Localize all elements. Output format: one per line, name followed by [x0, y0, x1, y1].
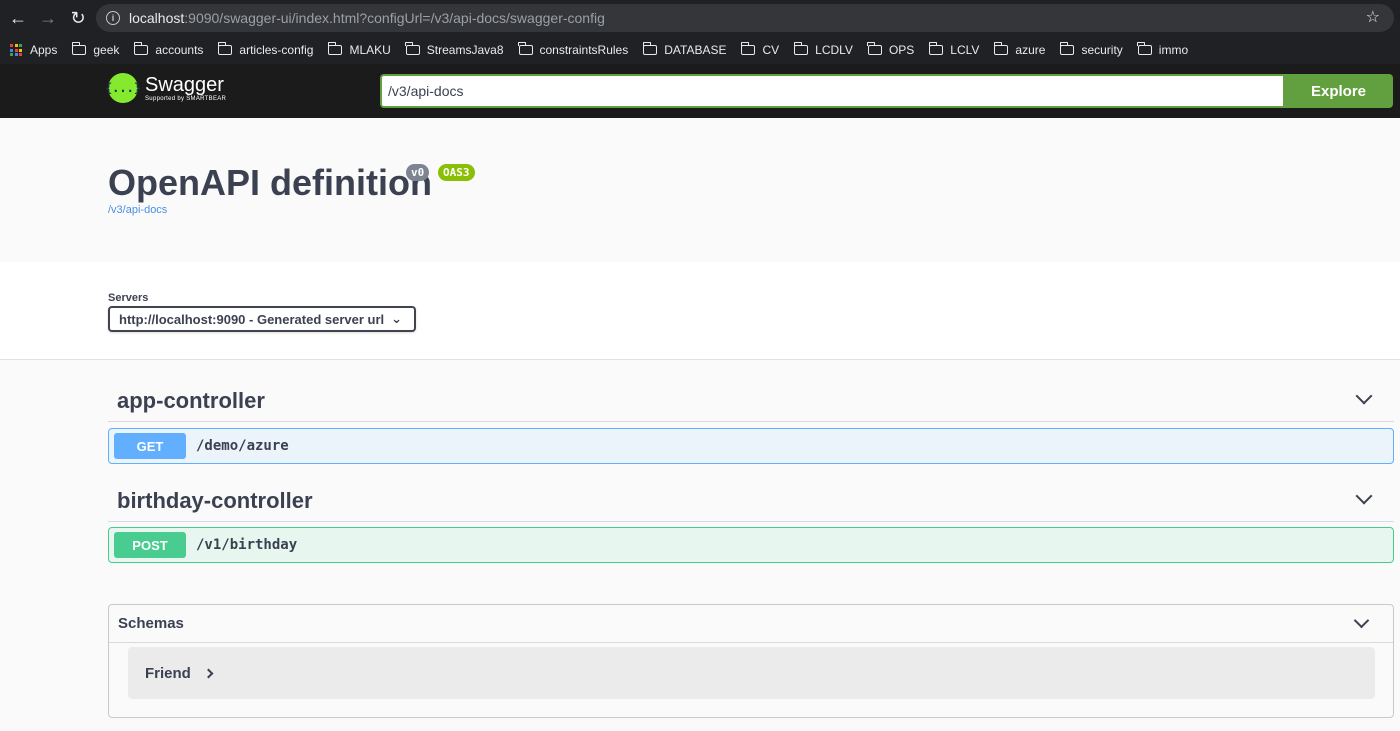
- logo-text: Swagger Supported by SMARTBEAR: [145, 74, 226, 102]
- swagger-logo-icon: {...}: [105, 73, 141, 103]
- url-host: localhost: [129, 10, 185, 26]
- bookmark-label: azure: [1015, 43, 1046, 57]
- bookmark-folder[interactable]: azure: [993, 42, 1046, 57]
- bookmark-label: security: [1081, 43, 1123, 57]
- tag-app-controller[interactable]: app-controller: [108, 380, 1394, 422]
- bookmark-label: OPS: [888, 43, 915, 57]
- model-name: Friend: [145, 664, 191, 682]
- bookmark-label: StreamsJava8: [426, 43, 504, 57]
- folder-icon: [1059, 42, 1075, 55]
- folder-icon: [327, 42, 343, 55]
- address-text[interactable]: localhost:9090/swagger-ui/index.html?con…: [129, 10, 605, 26]
- bookmark-folder[interactable]: LCDLV: [793, 42, 853, 57]
- logo-name: Swagger: [145, 74, 224, 96]
- bookmark-label: Apps: [30, 43, 58, 57]
- bookmark-folder[interactable]: DATABASE: [642, 42, 727, 57]
- bookmark-folder[interactable]: constraintsRules: [518, 42, 629, 57]
- method-badge-get: GET: [114, 433, 186, 459]
- bookmark-folder[interactable]: articles-config: [217, 42, 314, 57]
- bookmark-folder[interactable]: geek: [71, 42, 120, 57]
- operation-path: /v1/birthday: [196, 537, 298, 553]
- folder-icon: [867, 42, 882, 55]
- bookmark-label: LCDLV: [815, 43, 853, 57]
- folder-icon: [928, 42, 944, 55]
- bookmarks-bar: Apps geek accounts articles-config MLAKU…: [0, 36, 1400, 64]
- version-badge: v0: [406, 164, 430, 181]
- folder-icon: [993, 42, 1009, 55]
- bookmark-label: accounts: [155, 43, 204, 57]
- chevron-down-icon[interactable]: [1353, 612, 1370, 629]
- operation-post-v1-birthday[interactable]: POST /v1/birthday: [108, 527, 1394, 563]
- folder-icon: [793, 42, 809, 55]
- folder-icon: [405, 42, 420, 55]
- folder-icon: [518, 42, 533, 55]
- schemas-section: Schemas Friend: [108, 604, 1394, 718]
- bookmark-folder[interactable]: LCLV: [928, 42, 980, 57]
- explore-url-input[interactable]: /v3/api-docs: [380, 74, 1285, 108]
- bookmark-label: DATABASE: [664, 43, 727, 57]
- explore-button[interactable]: Explore: [1284, 74, 1393, 108]
- chevron-down-icon[interactable]: [1355, 387, 1373, 405]
- oas-badge: OAS3: [438, 164, 475, 181]
- bookmark-label: geek: [93, 43, 120, 57]
- servers-section: Servers http://localhost:9090 - Generate…: [0, 262, 1400, 360]
- server-select[interactable]: http://localhost:9090 - Generated server…: [108, 306, 416, 332]
- bookmark-folder[interactable]: CV: [740, 42, 780, 57]
- swagger-logo[interactable]: {...} Swagger Supported by SMARTBEAR: [105, 73, 226, 103]
- operation-path: /demo/azure: [196, 438, 289, 454]
- chevron-right-icon[interactable]: [203, 668, 214, 678]
- folder-icon: [133, 42, 149, 55]
- bookmark-label: CV: [762, 43, 780, 57]
- bookmark-folder[interactable]: immo: [1137, 42, 1189, 57]
- swagger-topbar: {...} Swagger Supported by SMARTBEAR /v3…: [0, 64, 1400, 118]
- tag-name: app-controller: [117, 388, 265, 413]
- servers-label: Servers: [108, 292, 149, 304]
- url-path: :9090/swagger-ui/index.html?configUrl=/v…: [184, 10, 605, 26]
- chevron-down-icon[interactable]: [1355, 487, 1373, 505]
- tag-name: birthday-controller: [117, 488, 313, 513]
- method-badge-post: POST: [114, 532, 186, 558]
- apps-grid-icon: [10, 44, 22, 56]
- page-title: OpenAPI definition: [108, 162, 432, 203]
- model-friend[interactable]: Friend: [128, 647, 1375, 699]
- schemas-title: Schemas: [118, 615, 184, 632]
- folder-icon: [740, 42, 756, 55]
- api-docs-link[interactable]: /v3/api-docs: [108, 204, 167, 216]
- bookmark-label: articles-config: [239, 43, 314, 57]
- schemas-header[interactable]: Schemas: [109, 605, 1393, 643]
- folder-icon: [642, 42, 658, 55]
- bookmark-folder[interactable]: OPS: [867, 42, 915, 57]
- info-icon[interactable]: i: [106, 11, 120, 25]
- folder-icon: [1137, 42, 1152, 55]
- tag-birthday-controller[interactable]: birthday-controller: [108, 480, 1394, 522]
- bookmark-label: MLAKU: [349, 43, 391, 57]
- forward-icon[interactable]: →: [36, 6, 60, 30]
- folder-icon: [71, 42, 87, 55]
- operation-get-demo-azure[interactable]: GET /demo/azure: [108, 428, 1394, 464]
- chevron-down-icon: ⌄: [391, 311, 402, 326]
- server-selected-value: http://localhost:9090 - Generated server…: [119, 311, 385, 327]
- api-info: OpenAPI definition v0 OAS3 /v3/api-docs: [0, 118, 1400, 262]
- bookmark-label: constraintsRules: [539, 43, 629, 57]
- bookmark-label: LCLV: [950, 43, 980, 57]
- address-bar[interactable]: i localhost:9090/swagger-ui/index.html?c…: [96, 4, 1394, 32]
- folder-icon: [217, 42, 233, 55]
- bookmark-apps[interactable]: Apps: [10, 43, 57, 57]
- bookmark-folder[interactable]: MLAKU: [327, 42, 391, 57]
- back-icon[interactable]: ←: [6, 6, 30, 30]
- bookmark-folder[interactable]: StreamsJava8: [405, 42, 504, 57]
- bookmark-label: immo: [1158, 43, 1189, 57]
- bookmark-folder[interactable]: accounts: [133, 42, 204, 57]
- bookmark-star-icon[interactable]: ☆: [1366, 7, 1380, 27]
- bookmark-folder[interactable]: security: [1059, 42, 1123, 57]
- browser-toolbar: ← → ↻ i localhost:9090/swagger-ui/index.…: [0, 0, 1400, 36]
- reload-icon[interactable]: ↻: [66, 6, 90, 30]
- logo-subtitle: Supported by SMARTBEAR: [145, 96, 227, 102]
